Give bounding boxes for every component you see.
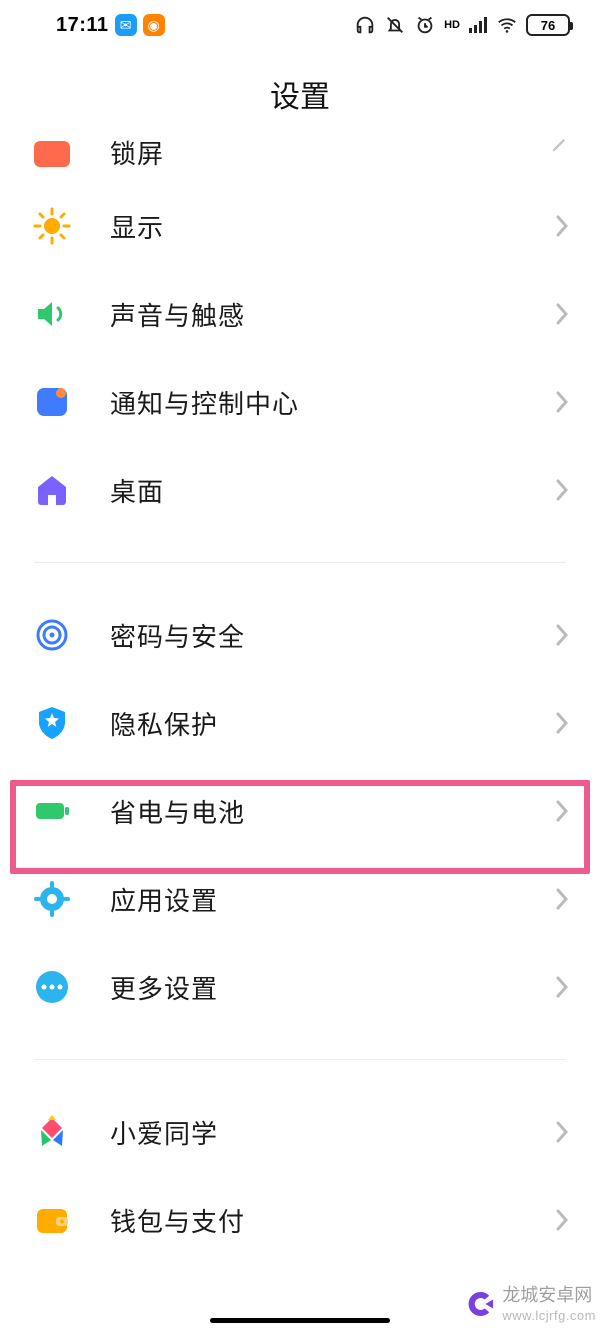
chevron-right-icon [554, 1207, 570, 1233]
item-label: 桌面 [74, 472, 554, 509]
home-icon [30, 468, 74, 512]
watermark: 龙城安卓网 www.lcjrfg.com [466, 1283, 596, 1325]
chevron-right-icon [554, 389, 570, 415]
item-notifications[interactable]: 通知与控制中心 [24, 358, 576, 446]
more-icon [30, 965, 74, 1009]
wifi-icon [496, 14, 518, 36]
watermark-url: www.lcjrfg.com [502, 1307, 596, 1325]
chevron-right-icon [554, 974, 570, 1000]
chevron-right-icon [554, 213, 570, 239]
hd-label: HD [444, 19, 460, 31]
item-label: 密码与安全 [74, 617, 554, 654]
control-center-icon [30, 380, 74, 424]
time-label: 17:11 [56, 14, 109, 37]
notif-app-icon-2: ◉ [143, 14, 165, 36]
item-label: 省电与电池 [74, 793, 554, 830]
page-title: 设置 [0, 50, 600, 142]
speaker-icon [30, 292, 74, 336]
notif-app-icon-1: ✉ [115, 14, 137, 36]
fingerprint-icon [30, 613, 74, 657]
status-right: HD 76 [354, 14, 570, 36]
item-label: 应用设置 [74, 881, 554, 918]
chevron-right-icon [554, 710, 570, 736]
chevron-right-icon [554, 301, 570, 327]
item-label: 更多设置 [74, 969, 554, 1006]
item-more[interactable]: 更多设置 [24, 943, 576, 1031]
gear-icon [30, 877, 74, 921]
item-label: 锁屏 [74, 134, 550, 171]
item-sound[interactable]: 声音与触感 [24, 270, 576, 358]
item-label: 显示 [74, 208, 554, 245]
edit-icon [550, 134, 570, 154]
item-home[interactable]: 桌面 [24, 446, 576, 534]
item-label: 小爱同学 [74, 1114, 554, 1151]
chevron-right-icon [554, 798, 570, 824]
item-label: 通知与控制中心 [74, 384, 554, 421]
alarm-icon [414, 14, 436, 36]
status-left: 17:11 ✉ ◉ [56, 14, 165, 37]
item-label: 钱包与支付 [74, 1202, 554, 1239]
battery-indicator: 76 [526, 14, 570, 36]
xiaoai-icon [30, 1110, 74, 1154]
item-privacy[interactable]: 隐私保护 [24, 679, 576, 767]
item-battery[interactable]: 省电与电池 [24, 767, 576, 855]
dnd-icon [384, 14, 406, 36]
chevron-right-icon [554, 886, 570, 912]
headphones-icon [354, 14, 376, 36]
item-label: 隐私保护 [74, 705, 554, 742]
item-wallet[interactable]: 钱包与支付 [24, 1176, 576, 1264]
item-label: 声音与触感 [74, 296, 554, 333]
item-display[interactable]: 显示 [24, 182, 576, 270]
item-apps[interactable]: 应用设置 [24, 855, 576, 943]
watermark-name: 龙城安卓网 [502, 1283, 592, 1307]
signal-icon [468, 15, 488, 35]
lockscreen-icon [30, 134, 74, 178]
divider [34, 562, 566, 563]
battery-icon [30, 789, 74, 833]
chevron-right-icon [554, 1119, 570, 1145]
watermark-logo-icon [466, 1289, 496, 1319]
item-lockscreen[interactable]: 锁屏 [24, 134, 576, 182]
sun-icon [30, 204, 74, 248]
chevron-right-icon [554, 477, 570, 503]
battery-value: 76 [541, 18, 555, 33]
item-xiaoai[interactable]: 小爱同学 [24, 1088, 576, 1176]
item-security[interactable]: 密码与安全 [24, 591, 576, 679]
shield-icon [30, 701, 74, 745]
settings-list: 锁屏 显示 声音与触感 通知与控制中心 [0, 134, 600, 1264]
chevron-right-icon [554, 622, 570, 648]
status-bar: 17:11 ✉ ◉ HD 76 [0, 0, 600, 50]
home-indicator[interactable] [210, 1318, 390, 1323]
divider [34, 1059, 566, 1060]
wallet-icon [30, 1198, 74, 1242]
